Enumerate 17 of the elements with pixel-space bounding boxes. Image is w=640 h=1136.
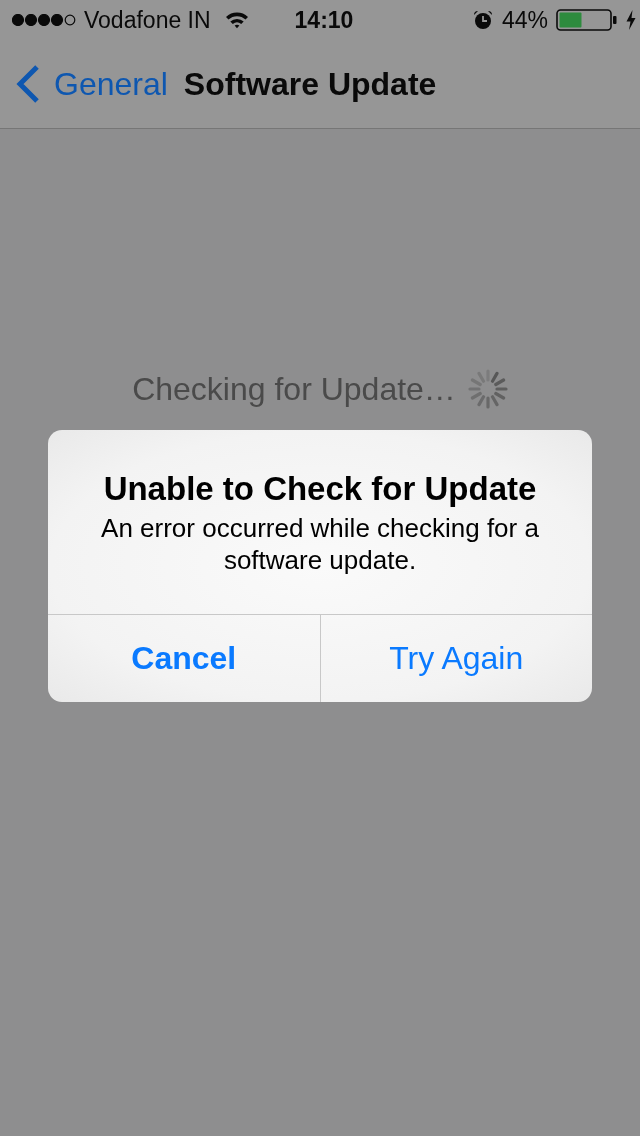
alert-message: An error occurred while checking for a software update. — [100, 512, 540, 576]
status-time: 14:10 — [293, 6, 355, 34]
chevron-left-icon — [16, 65, 40, 103]
charging-bolt-icon — [626, 10, 636, 30]
wifi-icon — [224, 11, 249, 29]
alert-title: Unable to Check for Update — [102, 470, 538, 508]
carrier-name: Vodafone IN — [84, 6, 211, 34]
page-title: Software Update — [183, 65, 437, 103]
spinner-icon — [467, 369, 508, 409]
alarm-clock-icon — [471, 10, 494, 30]
signal-strength-icon — [12, 14, 76, 26]
cancel-button[interactable]: Cancel — [48, 615, 320, 702]
checking-status-text: Checking for Update… — [132, 370, 456, 408]
battery-percentage: 44% — [501, 6, 548, 34]
back-button[interactable]: General — [16, 65, 168, 103]
battery-icon — [556, 9, 618, 31]
try-again-button[interactable]: Try Again — [319, 615, 592, 702]
